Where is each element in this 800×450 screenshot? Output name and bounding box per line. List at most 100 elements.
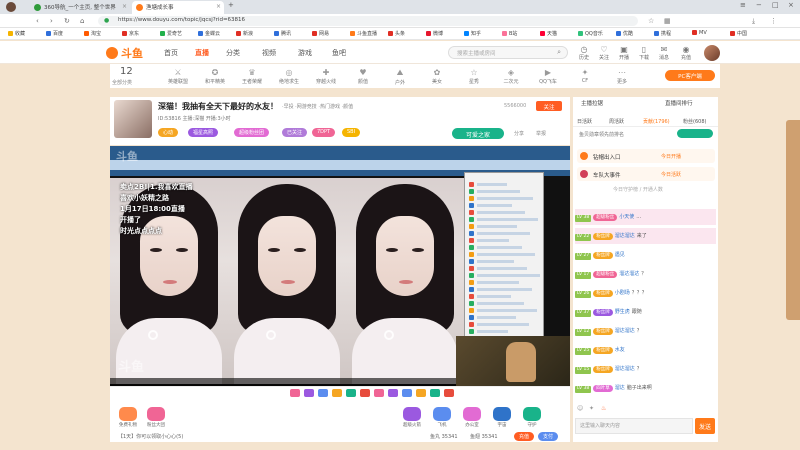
category-item[interactable]: ☆ 星秀: [460, 68, 488, 85]
bookmark-item[interactable]: 百度: [46, 30, 63, 37]
mini-gift-icon[interactable]: [290, 389, 300, 397]
gift-item[interactable]: 超级火箭: [400, 407, 424, 428]
nav-home[interactable]: 首页: [164, 48, 178, 58]
room-tags[interactable]: ·早投 ·网游竞技 ·热门游戏 ·颜值: [282, 103, 353, 110]
bookmark-item[interactable]: 爱奇艺: [160, 30, 182, 37]
room-badge[interactable]: 心动: [158, 128, 179, 137]
chat-message[interactable]: LV 27 粉丝牌 遇见: [575, 247, 716, 263]
open-fans-button[interactable]: [677, 129, 713, 138]
chat-message[interactable]: LV 38 超级粉丝 小天使…: [575, 209, 716, 225]
bookmark-item[interactable]: 天猫: [540, 30, 557, 37]
chat-nickname[interactable]: 溜达: [615, 385, 625, 391]
mini-gift-icon[interactable]: [430, 389, 440, 397]
bookmark-item[interactable]: 中国: [730, 30, 747, 37]
category-item[interactable]: ◈ 二次元: [497, 68, 525, 85]
report-button[interactable]: 举报: [536, 130, 546, 137]
video-player[interactable]: 斗鱼 卖点2B!|1.我喜欢直播 喜欢小妖精之路 1月17日18:00直播 开播…: [110, 146, 570, 386]
home-icon[interactable]: ⌂: [80, 17, 84, 25]
recharge-button[interactable]: ◉ 充值: [678, 45, 694, 61]
emoji-icon[interactable]: ☺: [577, 405, 583, 412]
maximize-icon[interactable]: □: [772, 1, 779, 9]
rank-row-2[interactable]: 车队大事件 今日活跃: [577, 167, 715, 181]
messages-button[interactable]: ✉ 消息: [656, 45, 672, 61]
download-icon[interactable]: ⤓: [752, 17, 755, 26]
mini-gift-icon[interactable]: [444, 389, 454, 397]
bookmark-item[interactable]: B站: [502, 30, 517, 37]
mini-gift-icon[interactable]: [346, 389, 356, 397]
search-icon[interactable]: ⌕: [557, 48, 561, 57]
bookmark-item[interactable]: 斗鱼直播: [350, 30, 377, 37]
close-window-icon[interactable]: ×: [788, 1, 794, 9]
follow-button[interactable]: 关注: [536, 101, 562, 111]
mini-gift-icon[interactable]: [332, 389, 342, 397]
chat-message[interactable]: LV 12 粉丝牌 溜达溜达？: [575, 323, 716, 339]
category-count-label[interactable]: 全部分类: [112, 79, 132, 86]
chat-nickname[interactable]: 遇见: [615, 252, 625, 258]
gift-item[interactable]: 粉丝大团: [144, 407, 168, 428]
room-badge[interactable]: 7DPT: [312, 128, 336, 137]
mini-gift-icon[interactable]: [360, 389, 370, 397]
chat-nickname[interactable]: 小天使: [619, 214, 634, 220]
chat-nickname[interactable]: 水友: [615, 347, 625, 353]
rank-tab-day[interactable]: 日活跃: [577, 118, 592, 125]
bookmark-item[interactable]: MV: [692, 30, 707, 36]
bookmark-item[interactable]: 优酷: [616, 30, 633, 37]
gift-item[interactable]: 办公室: [460, 407, 484, 428]
category-item[interactable]: ♛ 王者荣耀: [238, 68, 266, 85]
chat-message[interactable]: LV 38 四叶草 溜达 脑子出来啊: [575, 380, 716, 396]
mini-gift-icon[interactable]: [374, 389, 384, 397]
tab-anchor-rank[interactable]: 主播拉锯: [581, 99, 603, 107]
room-badge[interactable]: SBI: [342, 128, 361, 137]
nav-fishbar[interactable]: 鱼吧: [332, 48, 346, 58]
room-badge[interactable]: 超级粉丝团: [234, 128, 270, 137]
history-button[interactable]: ◷ 历史: [576, 45, 592, 61]
category-item[interactable]: ⚔ 英雄联盟: [164, 68, 192, 85]
category-item[interactable]: ♥ 颜值: [349, 68, 377, 85]
bookmark-item[interactable]: 金蝶云: [198, 30, 220, 37]
pay-button[interactable]: 支付: [538, 432, 558, 441]
gift-item[interactable]: 守护: [520, 407, 544, 428]
fire-icon[interactable]: ♨: [601, 405, 606, 412]
chat-nickname[interactable]: 小剧场: [615, 290, 630, 296]
nav-video[interactable]: 视频: [262, 48, 276, 58]
gift-item[interactable]: 宇宙: [490, 407, 514, 428]
mini-gift-icon[interactable]: [388, 389, 398, 397]
follow-list-button[interactable]: ♡ 关注: [596, 45, 612, 61]
rank-tab-week[interactable]: 周活跃: [609, 118, 624, 125]
chat-message[interactable]: LV 17 超级粉丝 溜达溜达？: [575, 266, 716, 282]
bookmark-item[interactable]: 新浪: [236, 30, 253, 37]
tab-room-rank[interactable]: 直播间排行: [665, 99, 693, 107]
rank-more[interactable]: 今日守护榜 / 开通人数: [613, 186, 663, 193]
gift-icon[interactable]: ✦: [589, 405, 594, 412]
side-promo-panel[interactable]: [786, 120, 800, 320]
send-button[interactable]: 发送: [695, 418, 715, 434]
browser-tab-2[interactable]: 渔塘成长事 ×: [132, 1, 224, 14]
bookmark-item[interactable]: 淘宝: [84, 30, 101, 37]
chat-message[interactable]: LV 22 粉丝牌 溜达溜达 来了: [575, 228, 716, 244]
bookmark-item[interactable]: 网易: [312, 30, 329, 37]
chat-nickname[interactable]: 溜达溜达: [615, 366, 635, 372]
search-input[interactable]: 搜索主播或房间 ⌕: [448, 46, 568, 59]
category-item[interactable]: ✪ 和平精英: [201, 68, 229, 85]
category-item[interactable]: ◎ 绝地求生: [275, 68, 303, 85]
minimize-icon[interactable]: −: [756, 1, 762, 9]
chat-message[interactable]: LV 26 粉丝牌 小剧场？？？: [575, 285, 716, 301]
rank-row-1[interactable]: 钻帽出入口 今日开播: [577, 149, 715, 163]
chat-message[interactable]: LV 37 粉丝牌 野生虎 跟随: [575, 304, 716, 320]
start-stream-button[interactable]: ▣ 开播: [616, 45, 632, 61]
bookmark-item[interactable]: 收藏: [8, 30, 25, 37]
mini-gift-icon[interactable]: [304, 389, 314, 397]
category-item[interactable]: ✿ 美女: [423, 68, 451, 85]
category-item[interactable]: ⛰ 户外: [386, 68, 414, 86]
user-avatar[interactable]: [704, 45, 720, 61]
chat-nickname[interactable]: 溜达溜达: [619, 271, 639, 277]
rank-tab-contrib[interactable]: 贡献(1796): [643, 118, 670, 125]
chat-input[interactable]: 这里输入聊天内容: [575, 418, 693, 434]
extensions-icon[interactable]: ▦: [664, 17, 671, 25]
star-icon[interactable]: ☆: [648, 17, 654, 25]
bookmark-item[interactable]: QQ音乐: [578, 30, 603, 37]
gift-item[interactable]: 免费礼物: [116, 407, 140, 428]
back-icon[interactable]: ‹: [36, 17, 39, 25]
browser-tab-1[interactable]: 360导航_一个主页, 整个世界 ×: [30, 1, 130, 14]
reload-icon[interactable]: ↻: [64, 17, 70, 25]
